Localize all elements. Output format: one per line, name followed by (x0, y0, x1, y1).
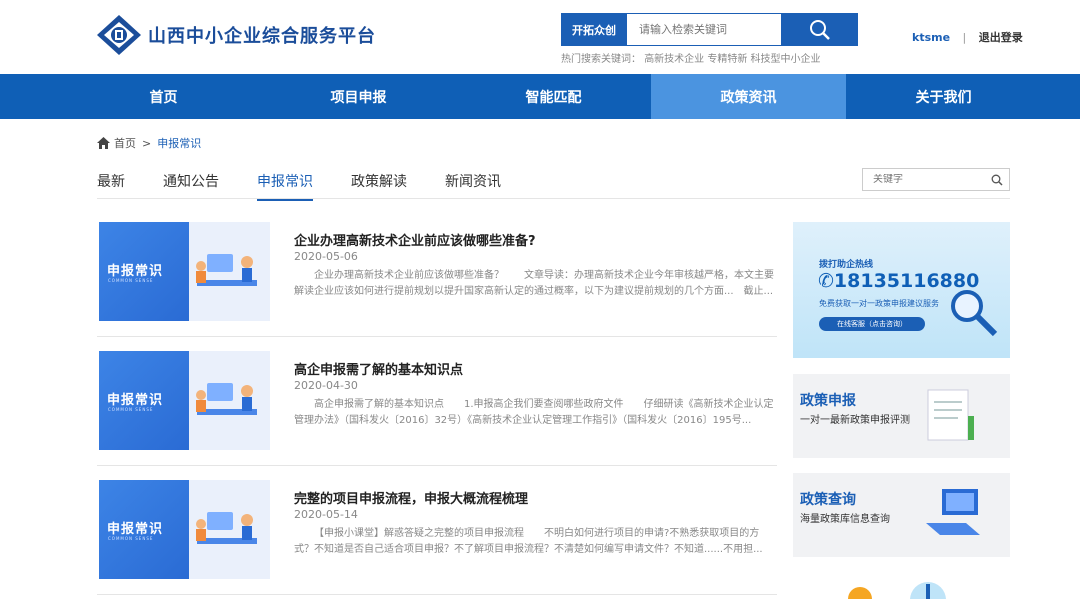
document-illustration-icon (927, 389, 974, 441)
hotline-banner[interactable]: 拨打助企热线 ✆18135116880 免费获取一对一政策申报建议服务 在线客服… (793, 222, 1010, 358)
nav-policy-news[interactable]: 政策资讯 (651, 74, 846, 119)
article-thumbnail[interactable]: 申报常识 COMMON SENSE (99, 351, 270, 450)
thumbnail-label: 申报常识 (107, 393, 164, 408)
keyword-search-icon[interactable] (991, 174, 1003, 186)
phone-icon: ✆ (818, 270, 834, 292)
office-illustration-icon (196, 254, 257, 286)
nav-home[interactable]: 首页 (66, 74, 261, 119)
main-nav: 首页 项目申报 智能匹配 政策资讯 关于我们 (0, 74, 1080, 119)
article-item[interactable]: 申报常识 COMMON SENSE 企业办理高新技术企业前应该做哪些准备? 20… (97, 222, 777, 337)
policy-query-desc: 海量政策库信息查询 (800, 514, 890, 525)
office-illustration-icon (196, 512, 257, 544)
home-icon (97, 137, 110, 149)
search-category-tag[interactable]: 开拓众创 (561, 13, 627, 46)
thumbnail-sub: COMMON SENSE (108, 536, 154, 541)
hot-keywords-list[interactable]: 高新技术企业 专精特新 科技型中小企业 (644, 54, 820, 65)
decorative-illustration-icon (848, 582, 946, 599)
nav-project-apply[interactable]: 项目申报 (261, 74, 456, 119)
site-title: 山西中小企业综合服务平台 (148, 26, 376, 47)
hot-keywords-label: 热门搜索关键词： (561, 54, 641, 65)
tab-news[interactable]: 新闻资讯 (445, 171, 501, 201)
hotline-title: 拨打助企热线 (819, 260, 874, 270)
global-search: 开拓众创 (561, 13, 858, 46)
search-button[interactable] (781, 13, 858, 46)
article-item[interactable]: 申报常识 COMMON SENSE 完整的项目申报流程，申报大概流程梳理 202… (97, 480, 777, 595)
nav-smart-match[interactable]: 智能匹配 (456, 74, 651, 119)
thumbnail-sub: COMMON SENSE (108, 407, 154, 412)
nav-about-us[interactable]: 关于我们 (846, 74, 1041, 119)
office-illustration-icon (196, 383, 257, 415)
article-date: 2020-05-14 (294, 508, 358, 521)
article-thumbnail[interactable]: 申报常识 COMMON SENSE (99, 222, 270, 321)
thumbnail-sub: COMMON SENSE (108, 278, 154, 283)
article-title[interactable]: 完整的项目申报流程，申报大概流程梳理 (294, 488, 528, 507)
breadcrumb-arrow: > (142, 136, 152, 150)
article-title[interactable]: 高企申报需了解的基本知识点 (294, 359, 463, 378)
article-summary: 高企申报需了解的基本知识点 1.申报高企我们要查阅哪些政府文件 仔细研读《高新技… (294, 399, 774, 426)
article-date: 2020-05-06 (294, 250, 358, 263)
laptop-illustration-icon (926, 489, 980, 535)
article-thumbnail[interactable]: 申报常识 COMMON SENSE (99, 480, 270, 579)
article-title[interactable]: 企业办理高新技术企业前应该做哪些准备? (294, 230, 536, 249)
policy-apply-title: 政策申报 (800, 393, 856, 409)
logout-link[interactable]: 退出登录 (979, 31, 1023, 44)
hot-keywords: 热门搜索关键词： 高新技术企业 专精特新 科技型中小企业 (561, 50, 821, 65)
tab-divider (97, 198, 1010, 199)
search-input[interactable] (627, 13, 781, 46)
article-date: 2020-04-30 (294, 379, 358, 392)
user-area: ktsme | 退出登录 (912, 29, 1023, 45)
policy-query-card[interactable]: 政策查询 海量政策库信息查询 (793, 473, 1010, 557)
breadcrumb: 首页 > 申报常识 (97, 135, 201, 151)
policy-apply-card[interactable]: 政策申报 一对一最新政策申报评测 (793, 374, 1010, 458)
online-service-button[interactable]: 在线客服（点击咨询） (819, 317, 925, 331)
tab-latest[interactable]: 最新 (97, 171, 125, 201)
magnifier-illustration-icon (951, 290, 998, 337)
hotline-desc: 免费获取一对一政策申报建议服务 (819, 299, 939, 308)
article-item[interactable]: 申报常识 COMMON SENSE 高企申报需了解的基本知识点 2020-04-… (97, 351, 777, 466)
username-link[interactable]: ktsme (912, 31, 950, 44)
logo-emblem-icon (97, 15, 141, 55)
breadcrumb-current: 申报常识 (157, 137, 202, 150)
thumbnail-label: 申报常识 (107, 522, 164, 537)
category-tabs: 最新 通知公告 申报常识 政策解读 新闻资讯 (97, 171, 539, 201)
article-summary: 【申报小课堂】解惑答疑之完整的项目申报流程 不明白如何进行项目的申请?不熟悉获取… (294, 528, 763, 555)
keyword-input[interactable] (863, 174, 983, 185)
search-icon (809, 19, 830, 40)
keyword-search (862, 168, 1010, 191)
tab-apply-knowledge[interactable]: 申报常识 (257, 171, 313, 201)
tab-notices[interactable]: 通知公告 (163, 171, 219, 201)
policy-query-title: 政策查询 (800, 492, 856, 508)
tab-policy-interpretation[interactable]: 政策解读 (351, 171, 407, 201)
breadcrumb-home[interactable]: 首页 (114, 135, 136, 151)
site-logo[interactable]: 山西中小企业综合服务平台 (96, 14, 376, 56)
thumbnail-label: 申报常识 (107, 264, 164, 279)
article-summary: 企业办理高新技术企业前应该做哪些准备？ 文章导读：办理高新技术企业今年审核越严格… (294, 270, 774, 297)
top-header: 山西中小企业综合服务平台 开拓众创 热门搜索关键词： 高新技术企业 专精特新 科… (0, 0, 1080, 74)
user-separator: | (962, 31, 967, 44)
policy-apply-desc: 一对一最新政策申报评测 (800, 415, 910, 426)
